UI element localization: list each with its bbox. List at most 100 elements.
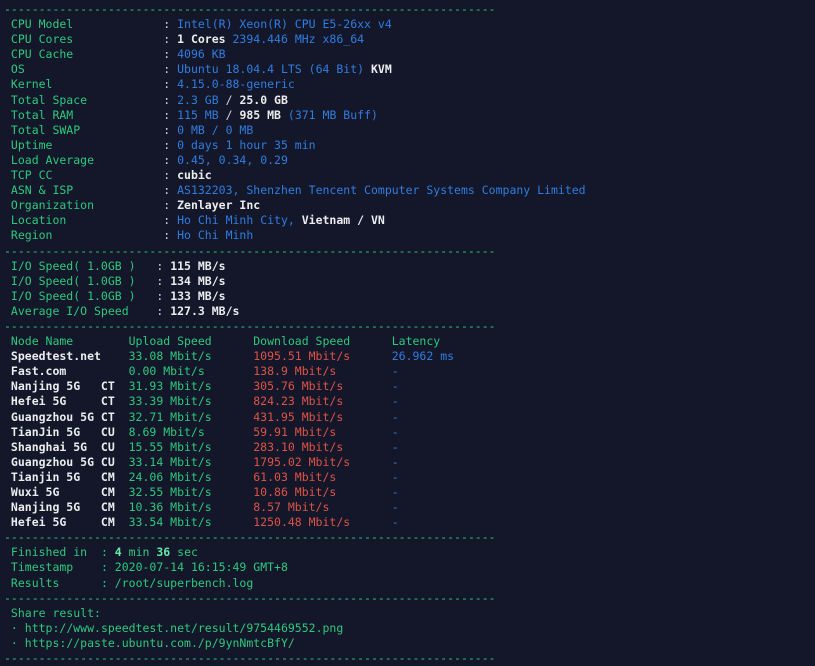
- share-link-row[interactable]: · http://www.speedtest.net/result/975446…: [4, 621, 815, 636]
- sysinfo-row: Region : Ho Chi Minh: [4, 228, 815, 243]
- colon: :: [163, 183, 178, 198]
- bullet: ·: [4, 620, 25, 635]
- colon: :: [163, 77, 178, 92]
- separator-dashes: ----------------------------------------…: [4, 590, 496, 605]
- node-name: Tianjin 5G CM: [4, 469, 129, 484]
- sysinfo-row: ASN & ISP : AS132203, Shenzhen Tencent C…: [4, 183, 815, 198]
- field-value: min: [121, 545, 157, 560]
- field-label: Kernel: [4, 77, 164, 92]
- field-label: I/O Speed( 1.0GB ): [4, 258, 157, 273]
- latency: -: [391, 364, 399, 379]
- node-name: Guangzhou 5G CU: [4, 454, 129, 469]
- sysinfo-row: TCP CC : cubic: [4, 168, 815, 183]
- colon: :: [100, 560, 115, 575]
- field-value: /: [218, 92, 240, 107]
- node-name: Hefei 5G CM: [4, 515, 129, 530]
- field-label: Total RAM: [4, 107, 164, 122]
- speedtest-row: TianJin 5G CU 8.69 Mbit/s 59.91 Mbit/s -: [4, 425, 815, 440]
- field-value: 2.3 GB: [177, 92, 219, 107]
- io-value: 115 MB/s: [170, 258, 226, 273]
- field-label: Timestamp: [4, 560, 101, 575]
- download-speed: 59.91 Mbit/s: [253, 424, 392, 439]
- sysinfo-row: CPU Model : Intel(R) Xeon(R) CPU E5-26xx…: [4, 17, 815, 32]
- latency: -: [391, 469, 399, 484]
- field-label: OS: [4, 62, 164, 77]
- node-name: Hefei 5G CT: [4, 394, 129, 409]
- share-link-row[interactable]: · https://paste.ubuntu.com./p/9ynNmtcBfY…: [4, 636, 815, 651]
- field-value: 4.15.0-88-generic: [177, 77, 295, 92]
- speedtest-row: Shanghai 5G CU 15.55 Mbit/s 283.10 Mbit/…: [4, 440, 815, 455]
- field-value: 2020-07-14 16:15:49 GMT+8: [114, 560, 288, 575]
- download-speed: 1095.51 Mbit/s: [253, 349, 392, 364]
- download-speed: 283.10 Mbit/s: [253, 439, 392, 454]
- latency: -: [391, 485, 399, 499]
- share-title-row: Share result:: [4, 606, 815, 621]
- speedtest-row: Guangzhou 5G CU 33.14 Mbit/s 1795.02 Mbi…: [4, 455, 815, 470]
- field-value: /: [218, 107, 240, 122]
- upload-speed: 24.06 Mbit/s: [128, 469, 254, 484]
- latency: -: [391, 454, 399, 469]
- field-label: TCP CC: [4, 168, 164, 183]
- node-name: Shanghai 5G CU: [4, 439, 129, 454]
- upload-speed: 33.39 Mbit/s: [128, 394, 254, 409]
- speedtest-row: Hefei 5G CM 33.54 Mbit/s 1250.48 Mbit/s …: [4, 515, 815, 530]
- field-value: 0.45, 0.34, 0.29: [177, 152, 288, 167]
- share-link-url: https://paste.ubuntu.com./p/9ynNmtcBfY/: [24, 635, 295, 650]
- separator-line: ----------------------------------------…: [4, 591, 815, 606]
- sysinfo-row: Location : Ho Chi Minh City, Vietnam / V…: [4, 213, 815, 228]
- speedtest-row: Nanjing 5G CT 31.93 Mbit/s 305.76 Mbit/s…: [4, 379, 815, 394]
- field-value: 4: [114, 545, 122, 560]
- upload-speed: 33.08 Mbit/s: [128, 349, 254, 364]
- node-name: Nanjing 5G CT: [4, 379, 129, 394]
- colon: :: [156, 303, 171, 318]
- speedtest-row: Tianjin 5G CM 24.06 Mbit/s 61.03 Mbit/s …: [4, 470, 815, 485]
- terminal-output: ----------------------------------------…: [4, 2, 815, 666]
- speedtest-row: Fast.com 0.00 Mbit/s 138.9 Mbit/s -: [4, 364, 815, 379]
- download-speed: 431.95 Mbit/s: [253, 409, 392, 424]
- download-speed: 10.86 Mbit/s: [253, 485, 392, 499]
- sysinfo-row: Total Space : 2.3 GB / 25.0 GB: [4, 93, 815, 108]
- io-row: I/O Speed( 1.0GB ) : 133 MB/s: [4, 289, 815, 304]
- terminal[interactable]: ----------------------------------------…: [0, 0, 815, 666]
- io-value: 127.3 MB/s: [170, 303, 240, 318]
- field-label: CPU Cores: [4, 32, 164, 47]
- speedtest-row: Guangzhou 5G CT 32.71 Mbit/s 431.95 Mbit…: [4, 410, 815, 425]
- upload-speed: 15.55 Mbit/s: [128, 439, 254, 454]
- upload-speed: 0.00 Mbit/s: [128, 364, 254, 379]
- upload-speed: 32.55 Mbit/s: [128, 485, 254, 499]
- upload-speed: 8.69 Mbit/s: [128, 424, 254, 439]
- field-value: AS132203, Shenzhen Tencent Computer Syst…: [177, 183, 586, 198]
- field-value: 2394.446 MHz x86_64: [225, 32, 365, 47]
- download-speed: 305.76 Mbit/s: [253, 379, 392, 394]
- speedtest-row: Nanjing 5G CM 10.36 Mbit/s 8.57 Mbit/s -: [4, 500, 815, 515]
- speedtest-row: Hefei 5G CT 33.39 Mbit/s 824.23 Mbit/s -: [4, 394, 815, 409]
- download-speed: 8.57 Mbit/s: [253, 500, 392, 515]
- field-label: ASN & ISP: [4, 183, 164, 198]
- separator-dashes: ----------------------------------------…: [4, 318, 496, 333]
- colon: :: [156, 258, 171, 273]
- colon: :: [163, 228, 178, 243]
- field-label: CPU Model: [4, 17, 164, 32]
- download-speed: 824.23 Mbit/s: [253, 394, 392, 409]
- separator-line: ----------------------------------------…: [4, 530, 815, 545]
- field-value: 4096 KB: [177, 47, 226, 62]
- colon: :: [163, 198, 178, 213]
- field-value: 0 days 1 hour 35 min: [177, 137, 316, 152]
- node-name: Speedtest.net: [4, 349, 129, 364]
- separator-dashes: ----------------------------------------…: [4, 2, 496, 16]
- colon: :: [163, 213, 178, 228]
- field-value: Vietnam / VN: [301, 213, 385, 228]
- field-label: Finished in: [4, 545, 101, 560]
- download-speed: 1250.48 Mbit/s: [253, 515, 392, 530]
- colon: :: [163, 122, 178, 137]
- field-value: cubic: [177, 168, 212, 183]
- colon: :: [163, 17, 178, 32]
- field-label: Location: [4, 213, 164, 228]
- field-label: I/O Speed( 1.0GB ): [4, 288, 157, 303]
- latency: -: [391, 500, 399, 515]
- speedtest-header-row: Node Name Upload Speed Download Speed La…: [4, 334, 815, 349]
- latency: -: [391, 424, 399, 439]
- field-value: Zenlayer Inc: [177, 198, 261, 213]
- separator-line: ----------------------------------------…: [4, 2, 815, 17]
- io-value: 133 MB/s: [170, 288, 226, 303]
